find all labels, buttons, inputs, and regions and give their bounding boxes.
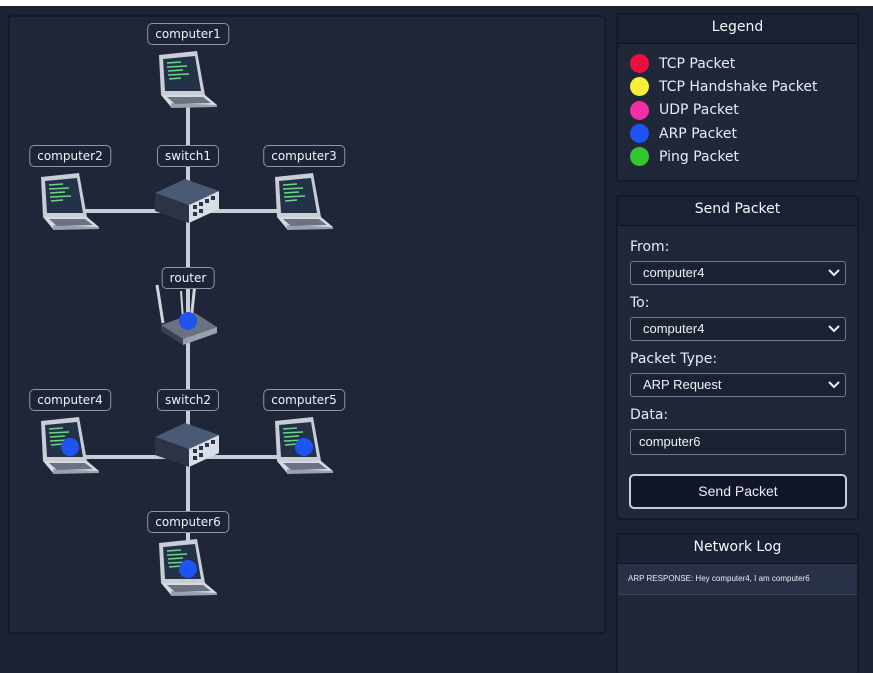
arp-packet-icon (295, 438, 313, 456)
node-label: switch2 (157, 389, 219, 411)
legend-list: TCP Packet TCP Handshake Packet UDP Packet… (618, 44, 857, 176)
send-packet-button[interactable]: Send Packet (629, 474, 847, 509)
legend-label: UDP Packet (659, 102, 739, 119)
switch-icon[interactable] (155, 419, 221, 473)
node-label: switch1 (157, 145, 219, 167)
legend-label: TCP Packet (659, 55, 736, 72)
node-label: computer2 (29, 145, 111, 167)
network-links (70, 89, 310, 577)
to-label: To: (630, 295, 650, 311)
legend-panel: Legend TCP Packet TCP Handshake Packet UDP… (616, 13, 859, 182)
node-label: router (161, 267, 215, 289)
laptop-icon[interactable] (35, 173, 101, 235)
from-label: From: (630, 239, 670, 255)
data-label: Data: (630, 407, 669, 423)
send-packet-panel: Send Packet From: computer4 To: computer… (616, 195, 859, 520)
from-select[interactable]: computer4 (630, 261, 846, 285)
laptop-icon[interactable] (269, 173, 335, 235)
packet-type-label: Packet Type: (630, 351, 718, 367)
arp-packet-icon (61, 438, 79, 456)
node-label: computer5 (263, 389, 345, 411)
legend-dot-icon (630, 100, 649, 120)
legend-dot-icon (630, 147, 649, 167)
legend-label: TCP Handshake Packet (659, 78, 818, 95)
legend-item: TCP Packet (630, 52, 845, 75)
legend-dot-icon (630, 54, 649, 74)
legend-label: Ping Packet (659, 148, 740, 165)
send-packet-title: Send Packet (618, 197, 857, 226)
legend-label: ARP Packet (659, 125, 737, 142)
switch-icon[interactable] (155, 175, 221, 229)
data-input[interactable]: computer6 (630, 429, 846, 455)
node-label: computer3 (263, 145, 345, 167)
legend-dot-icon (630, 77, 649, 97)
legend-item: UDP Packet (630, 99, 845, 122)
packet-type-select[interactable]: ARP Request (630, 373, 846, 397)
legend-item: ARP Packet (630, 122, 845, 145)
legend-dot-icon (630, 124, 649, 144)
to-select[interactable]: computer4 (630, 317, 846, 341)
packet-type-value: ARP Request (643, 377, 722, 392)
top-bar (0, 0, 873, 6)
chevron-down-icon (828, 269, 840, 277)
chevron-down-icon (828, 325, 840, 333)
log-list[interactable]: ARP RESPONSE: Hey computer4, I am comput… (618, 564, 857, 595)
laptop-icon[interactable] (153, 51, 219, 113)
arp-packet-icon (179, 312, 197, 330)
node-label: computer1 (147, 23, 229, 45)
legend-item: TCP Handshake Packet (630, 75, 845, 98)
log-entry: ARP RESPONSE: Hey computer4, I am comput… (618, 564, 857, 595)
arp-packet-icon (179, 560, 197, 578)
network-canvas[interactable]: computer1 computer2 switch1 computer3 router… (8, 15, 606, 634)
legend-item: Ping Packet (630, 145, 845, 168)
from-select-value: computer4 (643, 265, 705, 280)
to-select-value: computer4 (643, 321, 705, 336)
node-label: computer4 (29, 389, 111, 411)
node-label: computer6 (147, 511, 229, 533)
network-log-panel: Network Log ARP RESPONSE: Hey computer4,… (616, 533, 859, 673)
legend-title: Legend (618, 15, 857, 44)
network-log-title: Network Log (618, 535, 857, 564)
chevron-down-icon (828, 381, 840, 389)
